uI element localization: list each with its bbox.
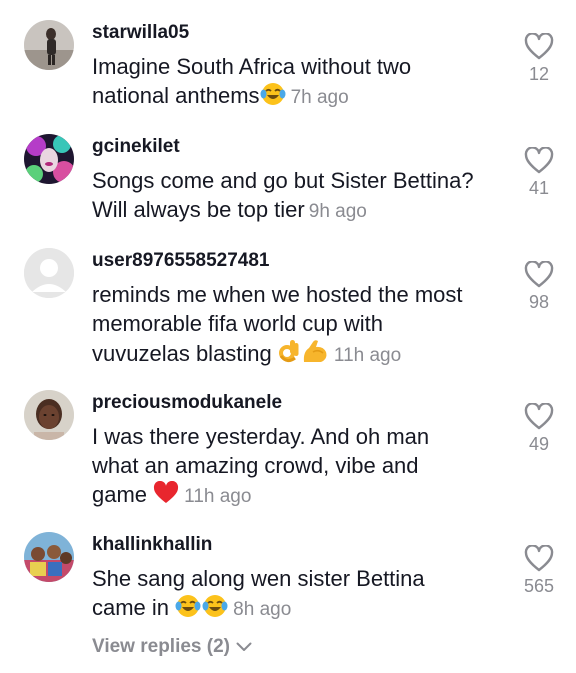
red-heart-icon	[153, 480, 179, 512]
face-with-tears-of-joy-icon	[175, 594, 201, 625]
avatar[interactable]	[24, 532, 74, 582]
like-count: 49	[528, 434, 550, 454]
comment-timestamp: 8h ago	[233, 599, 292, 620]
comment-line: national anthems	[92, 83, 260, 108]
like-button[interactable]: 98	[516, 261, 562, 313]
comment-text: She sang along wen sister Bettina came i…	[92, 564, 512, 625]
comment-line: game	[92, 482, 148, 507]
comment-username[interactable]: gcinekilet	[92, 136, 180, 158]
avatar[interactable]	[24, 20, 74, 70]
comment-line: memorable fifa world cup with	[92, 311, 384, 336]
like-count: 41	[528, 178, 550, 198]
like-count: 98	[528, 292, 550, 312]
comment-line: She sang along wen sister Bettina	[92, 566, 425, 591]
comment-line: came in	[92, 595, 170, 620]
comment-line: vuvuzelas blasting	[92, 341, 272, 366]
view-replies-button[interactable]: View replies (2)	[92, 636, 252, 658]
like-button[interactable]: 49	[516, 403, 562, 455]
comment-text: I was there yesterday. And oh man what a…	[92, 422, 512, 512]
comment-line: Imagine South Africa without two	[92, 54, 412, 79]
heart-outline-icon	[524, 545, 554, 572]
avatar[interactable]	[24, 390, 74, 440]
avatar[interactable]	[24, 248, 74, 298]
comment-username[interactable]: preciousmodukanele	[92, 392, 282, 414]
comment-line: what an amazing crowd, vibe and	[92, 453, 419, 478]
like-button[interactable]: 565	[516, 545, 562, 597]
comment-line: Songs come and go but Sister Bettina?	[92, 168, 474, 193]
comment-username[interactable]: starwilla05	[92, 22, 189, 44]
comment-text: reminds me when we hosted the most memor…	[92, 280, 512, 371]
like-button[interactable]: 12	[516, 33, 562, 85]
comment-text: Imagine South Africa without two nationa…	[92, 52, 512, 113]
view-replies-label: View replies (2)	[92, 636, 230, 657]
comment-timestamp: 11h ago	[184, 486, 252, 507]
heart-outline-icon	[524, 147, 554, 174]
like-count: 565	[523, 576, 555, 596]
heart-outline-icon	[524, 261, 554, 288]
face-with-tears-of-joy-icon	[260, 82, 286, 113]
heart-outline-icon	[524, 403, 554, 430]
comment-timestamp: 7h ago	[290, 87, 349, 108]
default-avatar-icon	[24, 248, 74, 298]
comment-username[interactable]: khallinkhallin	[92, 534, 212, 556]
face-with-tears-of-joy-icon	[202, 594, 228, 625]
like-count: 12	[528, 64, 550, 84]
like-button[interactable]: 41	[516, 147, 562, 199]
chevron-down-icon	[236, 642, 252, 651]
comment-line: reminds me when we hosted the most	[92, 282, 463, 307]
comment-username[interactable]: user8976558527481	[92, 250, 270, 272]
ok-hand-icon	[278, 338, 300, 371]
comment-timestamp: 11h ago	[333, 345, 402, 366]
comment-line: Will always be top tier	[92, 197, 305, 222]
avatar[interactable]	[24, 134, 74, 184]
comment-line: I was there yesterday. And oh man	[92, 424, 430, 449]
heart-outline-icon	[524, 33, 554, 60]
flexed-biceps-icon	[301, 338, 329, 371]
comment-timestamp: 9h ago	[308, 201, 367, 222]
comment-text: Songs come and go but Sister Bettina? Wi…	[92, 166, 512, 226]
